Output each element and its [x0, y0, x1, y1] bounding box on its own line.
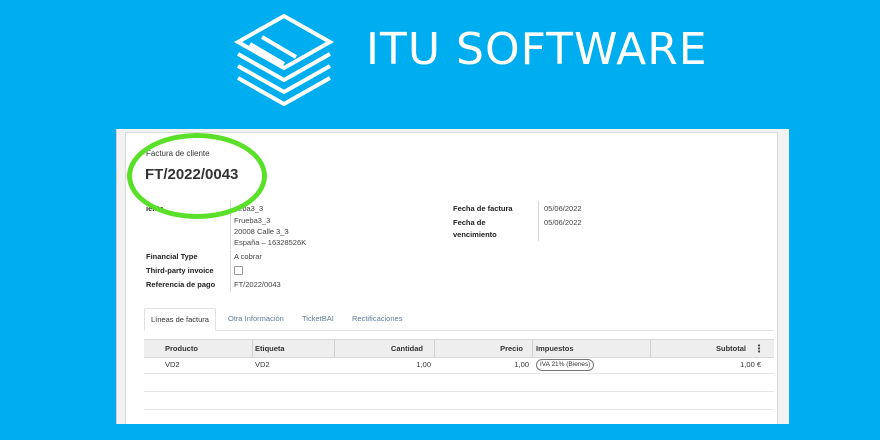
third-party-label: Third-party invoice: [146, 266, 214, 275]
cell-product: VD2: [165, 360, 180, 369]
table-row-empty: [144, 410, 774, 424]
notebook-tabs: Líneas de factura Otra Información Ticke…: [144, 308, 774, 331]
payment-reference-label: Referencia de pago: [146, 280, 216, 289]
invoice-sheet: Factura de cliente FT/2022/0043 iente ue…: [125, 132, 778, 424]
brand-title: ITU SOFTWARE: [366, 24, 708, 75]
table-row-empty: [144, 374, 774, 392]
column-separator: [334, 340, 335, 357]
cell-quantity: 1,00: [416, 360, 431, 369]
invoice-date-label: Fecha de factura: [453, 204, 513, 213]
divider: [538, 201, 539, 241]
invoice-panel: Factura de cliente FT/2022/0043 iente ue…: [116, 129, 789, 424]
column-header-subtotal[interactable]: Subtotal: [653, 340, 746, 357]
payment-reference-value[interactable]: FT/2022/0043: [234, 280, 281, 289]
column-separator: [252, 340, 253, 357]
tab-invoice-lines[interactable]: Líneas de factura: [144, 308, 216, 331]
tab-ticketbai[interactable]: TicketBAI: [296, 308, 340, 329]
financial-type-label: Financial Type: [146, 252, 198, 261]
column-header-product[interactable]: Producto: [165, 340, 198, 357]
cell-price: 1,00: [514, 360, 529, 369]
due-date-label-line-1: Fecha de: [453, 218, 486, 227]
table-row[interactable]: VD2 VD2 1,00 1,00 IVA 21% (Bienes) 1,00 …: [144, 356, 774, 374]
tab-rectifications[interactable]: Rectificaciones: [346, 308, 408, 329]
table-row-empty: [144, 392, 774, 410]
due-date-value[interactable]: 05/06/2022: [544, 218, 582, 227]
financial-type-value[interactable]: A cobrar: [234, 252, 262, 261]
divider: [230, 250, 231, 292]
highlight-ellipse: [127, 133, 267, 219]
column-separator: [532, 340, 533, 357]
column-header-taxes[interactable]: Impuestos: [536, 340, 574, 357]
third-party-checkbox[interactable]: [234, 266, 243, 275]
column-header-quantity[interactable]: Cantidad: [337, 340, 423, 357]
stacked-layers-icon: [233, 13, 335, 106]
cell-label: VD2: [255, 360, 270, 369]
tab-other-info[interactable]: Otra Información: [222, 308, 290, 329]
column-header-label[interactable]: Etiqueta: [255, 340, 285, 357]
column-header-price[interactable]: Precio: [437, 340, 523, 357]
customer-line-4: España – 16328526K: [234, 238, 307, 247]
column-separator: [650, 340, 651, 357]
customer-line-3: 20008 Calle 3_3: [234, 227, 289, 236]
cell-subtotal: 1,00 €: [740, 360, 761, 369]
column-separator: [434, 340, 435, 357]
due-date-label-line-2: vencimiento: [453, 230, 497, 239]
customer-line-2: Frueba3_3: [234, 216, 271, 225]
tax-badge: IVA 21% (Bienes): [536, 359, 595, 371]
invoice-date-value[interactable]: 05/06/2022: [544, 204, 582, 213]
column-options-icon[interactable]: [757, 344, 761, 353]
